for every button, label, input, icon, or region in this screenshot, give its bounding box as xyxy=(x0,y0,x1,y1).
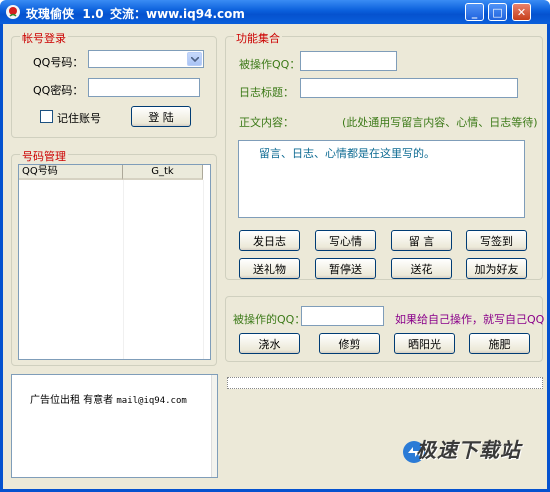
farm-target-field[interactable] xyxy=(301,306,384,326)
send-gift-button[interactable]: 送礼物 xyxy=(239,258,300,279)
close-icon: ✕ xyxy=(516,5,527,19)
watermark-text: 极速下载站 xyxy=(416,438,521,462)
login-group-title: 帐号登录 xyxy=(20,30,68,46)
rose-app-icon xyxy=(6,5,20,19)
combo-dropdown-button[interactable] xyxy=(187,52,202,66)
remember-account-checkbox[interactable] xyxy=(40,110,53,123)
target-qq-label: 被操作QQ： xyxy=(239,58,301,71)
add-friend-button[interactable]: 加为好友 xyxy=(466,258,527,279)
water-button[interactable]: 浇水 xyxy=(239,333,300,354)
pause-send-button[interactable]: 暂停送 xyxy=(315,258,376,279)
diary-title-field[interactable] xyxy=(300,78,518,98)
function-group-title: 功能集合 xyxy=(234,30,282,46)
sign-in-button[interactable]: 写签到 xyxy=(466,230,527,251)
target-qq-field[interactable] xyxy=(300,51,397,71)
ad-email[interactable]: mail@iq94.com xyxy=(116,396,186,406)
column-qq-number[interactable]: QQ号码 xyxy=(19,165,123,180)
qq-password-label: QQ密码： xyxy=(33,84,84,97)
window-body: 帐号登录 QQ号码： QQ密码： 记住账号 登 陆 号码管理 QQ号码 G_tk… xyxy=(0,24,550,492)
minimize-button[interactable]: _ xyxy=(465,3,484,21)
send-flower-button[interactable]: 送花 xyxy=(391,258,452,279)
progress-bar xyxy=(227,377,543,389)
title-bar[interactable]: 玫瑰偷侠 1.0 交流：www.iq94.com _ □ ✕ xyxy=(0,0,550,24)
content-textarea[interactable]: 留言、日志、心情都是在这里写的。 xyxy=(238,140,525,218)
prune-button[interactable]: 修剪 xyxy=(319,333,380,354)
qq-number-combo[interactable] xyxy=(88,50,204,68)
account-list-header: QQ号码 G_tk xyxy=(19,165,203,180)
column-gtk[interactable]: G_tk xyxy=(123,165,203,180)
leave-message-button[interactable]: 留 言 xyxy=(391,230,452,251)
remember-account-label[interactable]: 记住账号 xyxy=(57,110,101,126)
maximize-button[interactable]: □ xyxy=(488,3,507,21)
qq-password-field[interactable] xyxy=(88,78,200,97)
column-divider xyxy=(123,180,124,359)
content-text: 留言、日志、心情都是在这里写的。 xyxy=(259,147,435,160)
fertilize-button[interactable]: 施肥 xyxy=(469,333,530,354)
content-label: 正文内容： xyxy=(239,116,294,129)
column-divider xyxy=(203,180,204,359)
farm-hint: 如果给自己操作，就写自己QQ xyxy=(395,313,545,326)
minimize-icon: _ xyxy=(471,5,478,19)
content-hint: (此处通用写留言内容、心情、日志等待) xyxy=(342,116,538,129)
window-contact: 交流：www.iq94.com xyxy=(110,7,245,21)
account-group-title: 号码管理 xyxy=(20,148,68,164)
account-list[interactable]: QQ号码 G_tk xyxy=(18,164,211,360)
farm-target-label: 被操作的QQ： xyxy=(233,313,306,326)
qq-number-label: QQ号码： xyxy=(33,56,84,69)
post-diary-button[interactable]: 发日志 xyxy=(239,230,300,251)
ad-scrollbar[interactable] xyxy=(211,375,217,477)
ad-line: 广告位出租 有意者 xyxy=(30,395,114,406)
window-title: 玫瑰偷侠 1.0 xyxy=(26,7,104,21)
chevron-down-icon xyxy=(190,56,199,62)
write-mood-button[interactable]: 写心情 xyxy=(315,230,376,251)
close-button[interactable]: ✕ xyxy=(512,3,531,21)
maximize-icon: □ xyxy=(492,5,503,19)
ad-panel: 广告位出租 有意者 mail@iq94.com xyxy=(11,374,218,478)
diary-title-label: 日志标题： xyxy=(239,86,294,99)
login-button[interactable]: 登 陆 xyxy=(131,106,191,127)
sunbathe-button[interactable]: 晒阳光 xyxy=(394,333,455,354)
ad-text: 广告位出租 有意者 mail@iq94.com xyxy=(30,391,187,406)
